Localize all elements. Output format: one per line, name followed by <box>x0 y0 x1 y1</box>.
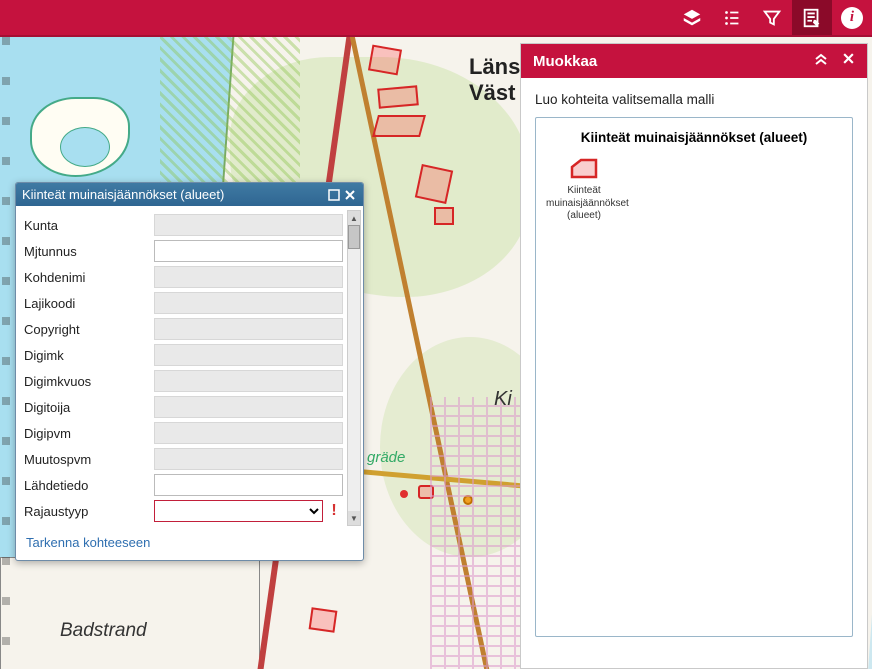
map-label-grade: gräde <box>367 449 405 466</box>
filter-icon <box>761 7 783 29</box>
mjtunnus-field[interactable] <box>154 240 343 262</box>
kohdenimi-field <box>154 266 343 288</box>
digimk-field <box>154 344 343 366</box>
chevron-double-up-icon <box>814 52 828 66</box>
field-label: Digipvm <box>24 426 154 441</box>
top-toolbar: i <box>0 0 872 37</box>
copyright-field <box>154 318 343 340</box>
digitoija-field <box>154 396 343 418</box>
scrollbar[interactable]: ▲ ▼ <box>347 210 361 526</box>
required-warning-icon: ! <box>325 500 343 522</box>
scroll-up-button[interactable]: ▲ <box>348 211 360 225</box>
field-label: Digitoija <box>24 400 154 415</box>
attribute-panel: Kiinteät muinaisjäännökset (alueet) Kunt… <box>15 182 364 561</box>
map-label-badstrand: Badstrand <box>60 620 147 642</box>
field-row: Kunta <box>24 214 361 236</box>
field-label: Digimk <box>24 348 154 363</box>
legend-button[interactable] <box>712 0 752 35</box>
digipvm-field <box>154 422 343 444</box>
maximize-button[interactable] <box>327 188 341 202</box>
field-row: Digimk <box>24 344 361 366</box>
kunta-field <box>154 214 343 236</box>
field-label: Kohdenimi <box>24 270 154 285</box>
close-button[interactable] <box>343 188 357 202</box>
map-label-lansi: LänsVäst <box>469 54 520 106</box>
lahdetiedo-field[interactable] <box>154 474 343 496</box>
muutospvm-field <box>154 448 343 470</box>
field-row: Digitoija <box>24 396 361 418</box>
field-label: Lähdetiedo <box>24 478 154 493</box>
field-row: Digipvm <box>24 422 361 444</box>
close-panel-button[interactable] <box>842 52 855 70</box>
edit-panel-subtitle: Luo kohteita valitsemalla malli <box>521 78 867 117</box>
template-list: Kiinteät muinaisjäännökset (alueet) Kiin… <box>535 117 853 637</box>
attribute-panel-footer: Tarkenna kohteeseen <box>16 530 363 560</box>
close-icon <box>344 189 356 201</box>
field-label: Kunta <box>24 218 154 233</box>
template-category-title: Kiinteät muinaisjäännökset (alueet) <box>546 130 842 145</box>
field-label: Copyright <box>24 322 154 337</box>
field-label: Rajaustyyp <box>24 504 154 519</box>
scroll-down-button[interactable]: ▼ <box>348 511 360 525</box>
maximize-icon <box>328 189 340 201</box>
scroll-thumb[interactable] <box>348 225 360 249</box>
digimkvuos-field <box>154 370 343 392</box>
info-icon: i <box>841 7 863 29</box>
field-row: Digimkvuos <box>24 370 361 392</box>
field-label: Mjtunnus <box>24 244 154 259</box>
zoom-to-feature-link[interactable]: Tarkenna kohteeseen <box>26 535 150 550</box>
field-label: Digimkvuos <box>24 374 154 389</box>
close-icon <box>842 52 855 65</box>
collapse-button[interactable] <box>814 52 828 70</box>
edit-button[interactable] <box>792 0 832 35</box>
map-label-ki: Ki <box>494 388 512 411</box>
field-row: Lähdetiedo <box>24 474 361 496</box>
edit-icon <box>801 7 823 29</box>
field-row: Mjtunnus <box>24 240 361 262</box>
legend-icon <box>721 7 743 29</box>
template-item[interactable]: Kiinteätmuinaisjäännökset(alueet) <box>546 157 622 223</box>
edit-panel: Muokkaa Luo kohteita valitsemalla malli … <box>520 43 868 669</box>
info-button[interactable]: i <box>832 0 872 35</box>
field-row: Rajaustyyp! <box>24 500 361 522</box>
polygon-template-icon <box>569 157 599 181</box>
field-row: Copyright <box>24 318 361 340</box>
field-row: Kohdenimi <box>24 266 361 288</box>
field-row: Lajikoodi <box>24 292 361 314</box>
lajikoodi-field <box>154 292 343 314</box>
layers-button[interactable] <box>672 0 712 35</box>
filter-button[interactable] <box>752 0 792 35</box>
field-row: Muutospvm <box>24 448 361 470</box>
attribute-panel-body: Kunta Mjtunnus Kohdenimi Lajikoodi Copyr… <box>16 206 363 530</box>
edit-panel-title: Muokkaa <box>533 53 597 70</box>
attribute-panel-titlebar[interactable]: Kiinteät muinaisjäännökset (alueet) <box>16 183 363 206</box>
attribute-panel-title: Kiinteät muinaisjäännökset (alueet) <box>22 187 224 202</box>
edit-panel-header: Muokkaa <box>521 44 867 78</box>
template-label: Kiinteätmuinaisjäännökset(alueet) <box>546 185 622 223</box>
field-label: Lajikoodi <box>24 296 154 311</box>
rajaustyyp-field[interactable] <box>154 500 323 522</box>
field-label: Muutospvm <box>24 452 154 467</box>
layers-icon <box>681 7 703 29</box>
